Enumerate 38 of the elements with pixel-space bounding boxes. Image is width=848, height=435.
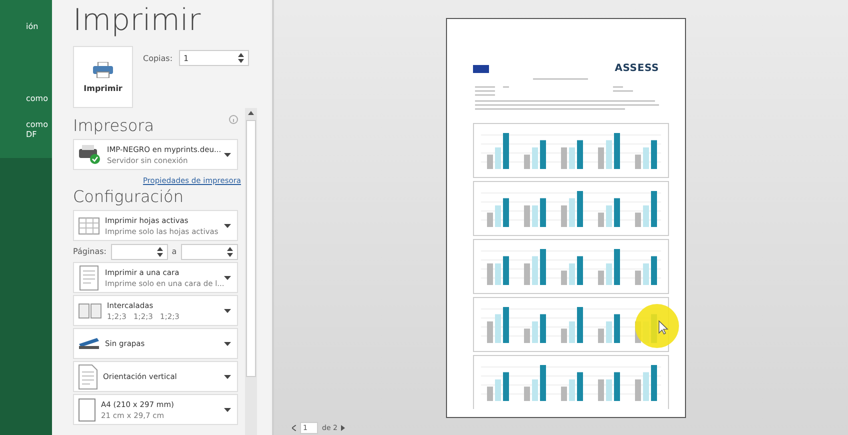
scrollbar[interactable] [245, 108, 257, 435]
page-from-field[interactable] [110, 244, 168, 260]
copies-label: Copias: [143, 54, 173, 62]
collate-pages-icon [78, 302, 102, 320]
caret-icon [224, 276, 231, 280]
copies-field[interactable]: 1 [178, 50, 249, 66]
flag-icon [473, 64, 489, 72]
section-heading: Impresora [73, 116, 154, 136]
page-title: Imprimir [73, 2, 202, 40]
caret-icon [224, 308, 231, 312]
caret-icon [224, 342, 231, 346]
cursor-highlight-drawing [634, 303, 680, 349]
spinner-icon[interactable] [226, 246, 233, 256]
spinner-icon[interactable] [156, 246, 163, 256]
caret-icon [224, 374, 231, 378]
range-separator: a [172, 247, 177, 256]
caret-icon [224, 408, 231, 412]
page-icon [78, 264, 100, 290]
caret-icon [224, 224, 231, 228]
printer-ready-icon [78, 144, 102, 164]
print-button[interactable]: Imprimir [73, 46, 133, 108]
sidebar-item[interactable]: como [0, 94, 48, 104]
previous-page-icon[interactable] [292, 425, 296, 431]
printer-icon [93, 62, 113, 78]
scroll-up-icon[interactable] [248, 111, 254, 115]
sidebar-item[interactable]: ión [0, 22, 38, 32]
page-to-field[interactable] [180, 244, 238, 260]
report-logo: ASSESS [614, 63, 659, 74]
portrait-page-icon [78, 364, 98, 390]
paper-size-icon [78, 398, 96, 422]
caret-icon [224, 152, 231, 156]
section-heading: Configuración [73, 187, 184, 207]
pages-label: Páginas: [73, 247, 107, 256]
sheet-grid-icon [78, 214, 100, 236]
sidebar-item[interactable]: como DF [0, 120, 48, 140]
spinner-icon[interactable] [238, 53, 244, 63]
stapler-icon [78, 337, 100, 350]
next-page-icon[interactable] [341, 425, 346, 431]
